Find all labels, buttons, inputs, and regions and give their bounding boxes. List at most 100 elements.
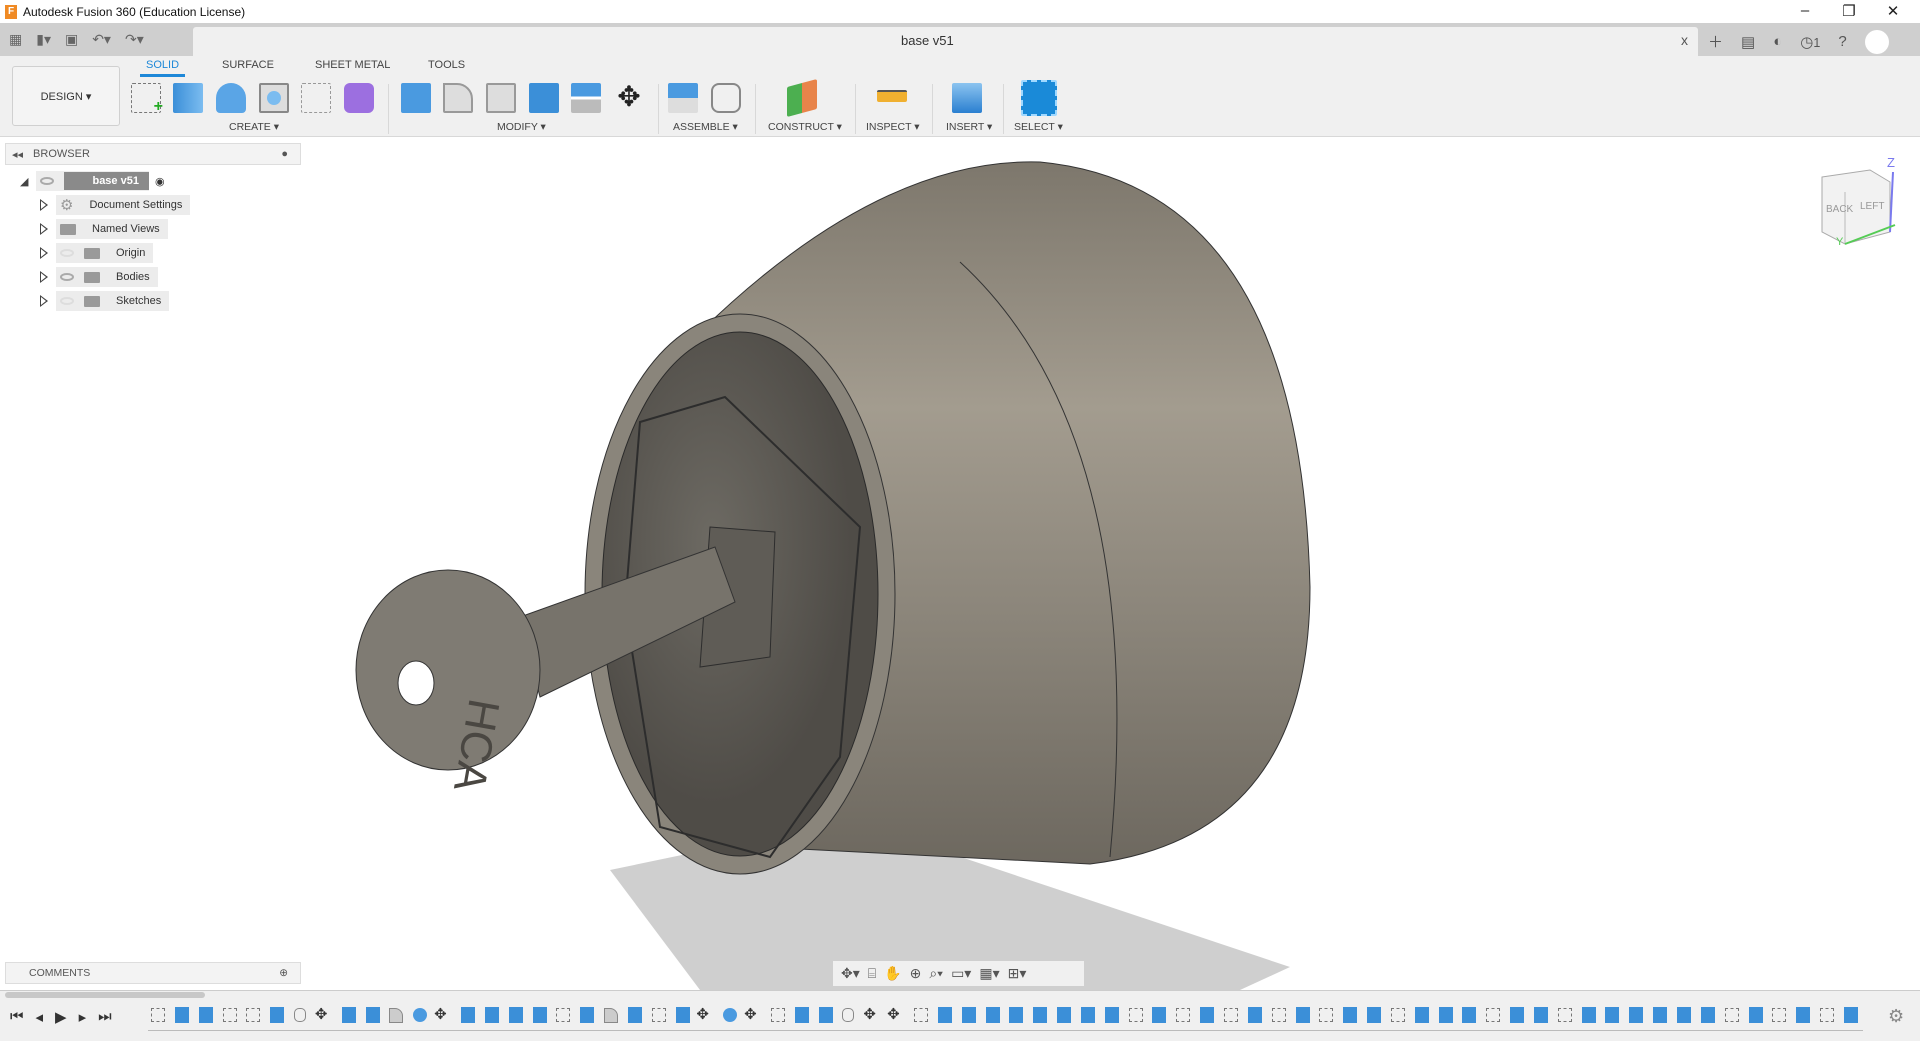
timeline-sketch-icon[interactable]	[1722, 1005, 1744, 1025]
timeline-box-icon[interactable]	[458, 1005, 480, 1025]
timeline-sketch-icon[interactable]	[649, 1005, 671, 1025]
timeline-extrude-icon[interactable]	[816, 1005, 838, 1025]
file-menu-icon[interactable]: ▮▾	[36, 31, 51, 48]
modify-menu[interactable]: MODIFY ▾	[497, 121, 546, 133]
viewports-icon[interactable]: ⊞▾	[1008, 965, 1027, 982]
timeline-box-icon[interactable]	[482, 1005, 504, 1025]
save-icon[interactable]: ▣	[65, 31, 78, 48]
timeline-extrude-icon[interactable]	[1436, 1005, 1458, 1025]
avatar[interactable]	[1864, 29, 1889, 54]
extensions-icon[interactable]: ◐	[1773, 33, 1782, 50]
timeline-sketch-icon[interactable]	[220, 1005, 242, 1025]
orbit-icon[interactable]: ✥▾	[841, 965, 860, 982]
timeline-extrude-icon[interactable]	[1245, 1005, 1267, 1025]
timeline-shell-icon[interactable]	[267, 1005, 289, 1025]
timeline-combine-icon[interactable]	[1626, 1005, 1648, 1025]
expand-triangle-icon[interactable]	[40, 295, 48, 307]
visibility-eye-icon[interactable]	[60, 273, 74, 281]
collapse-panel-icon[interactable]: ◂◂	[12, 148, 23, 161]
timeline-sketch-icon[interactable]	[1388, 1005, 1410, 1025]
undo-icon[interactable]: ↶▾	[92, 31, 111, 48]
timeline-extrude-icon[interactable]	[1793, 1005, 1815, 1025]
minimize-button[interactable]: –	[1790, 2, 1820, 19]
close-button[interactable]: ✕	[1878, 2, 1908, 20]
timeline-extrude-icon[interactable]	[959, 1005, 981, 1025]
timeline-combine-icon[interactable]	[1459, 1005, 1481, 1025]
timeline-sketch-icon[interactable]	[1173, 1005, 1195, 1025]
timeline-extrude-icon[interactable]	[1602, 1005, 1624, 1025]
select-menu[interactable]: SELECT ▾	[1014, 121, 1063, 133]
timeline-extrude-icon[interactable]	[1579, 1005, 1601, 1025]
timeline-sketch-icon[interactable]	[243, 1005, 265, 1025]
timeline-split-icon[interactable]	[363, 1005, 385, 1025]
move-icon[interactable]: ✥	[614, 83, 644, 113]
workspace-switcher[interactable]: DESIGN ▾	[12, 66, 120, 126]
timeline-extrude-icon[interactable]	[1006, 1005, 1028, 1025]
visibility-eye-icon[interactable]	[60, 297, 74, 305]
display-settings-icon[interactable]: ▭▾	[951, 965, 971, 982]
expand-triangle-icon[interactable]: ◢	[20, 175, 28, 188]
timeline-sketch-icon[interactable]	[1555, 1005, 1577, 1025]
zoom-icon[interactable]: ⊕	[910, 965, 922, 982]
timeline-settings-gear-icon[interactable]: ⚙	[1888, 1006, 1904, 1027]
viewcube[interactable]: BACK LEFT Z Y	[1821, 155, 1896, 248]
timeline-extrude-icon[interactable]	[1507, 1005, 1529, 1025]
create-menu[interactable]: CREATE ▾	[229, 121, 279, 133]
timeline-combine-icon[interactable]	[1650, 1005, 1672, 1025]
browser-panel-header[interactable]: ◂◂ BROWSER ●	[5, 143, 301, 165]
timeline-extrude-icon[interactable]	[196, 1005, 218, 1025]
timeline-combine-icon[interactable]	[339, 1005, 361, 1025]
timeline-joint-icon[interactable]	[291, 1005, 313, 1025]
tab-solid[interactable]: SOLID	[139, 59, 186, 77]
browser-item[interactable]: Named Views	[40, 219, 168, 239]
timeline-split-icon[interactable]	[1531, 1005, 1553, 1025]
tab-surface[interactable]: SURFACE	[222, 59, 274, 71]
timeline-extrude-icon[interactable]	[1340, 1005, 1362, 1025]
timeline-sketch-icon[interactable]	[148, 1005, 170, 1025]
apps-grid-icon[interactable]: ▦	[9, 31, 22, 48]
go-to-end-button[interactable]: ⏭	[98, 1008, 112, 1026]
step-forward-button[interactable]: ▸	[79, 1008, 87, 1026]
timeline-scrollbar[interactable]	[5, 992, 205, 998]
timeline-extrude-icon[interactable]	[673, 1005, 695, 1025]
expand-triangle-icon[interactable]	[40, 271, 48, 283]
document-tab[interactable]: base v51 x	[193, 27, 1698, 56]
timeline-combine-icon[interactable]	[625, 1005, 647, 1025]
pin-icon[interactable]: ●	[281, 148, 288, 160]
timeline-sketch-icon[interactable]	[1269, 1005, 1291, 1025]
timeline-extrude-icon[interactable]	[1054, 1005, 1076, 1025]
shell-icon[interactable]	[486, 83, 516, 113]
timeline-extrude-icon[interactable]	[1698, 1005, 1720, 1025]
viewcube-left-face[interactable]: LEFT	[1860, 201, 1884, 212]
hole-icon[interactable]	[259, 83, 289, 113]
timeline-move-icon[interactable]: ✥	[696, 1005, 718, 1025]
play-button[interactable]: ▶	[55, 1008, 67, 1026]
timeline-combine-icon[interactable]	[530, 1005, 552, 1025]
select-icon[interactable]	[1021, 80, 1057, 116]
timeline-sphere-icon[interactable]	[410, 1005, 432, 1025]
pan-icon[interactable]: ✋	[884, 965, 901, 982]
timeline-extrude-icon[interactable]	[577, 1005, 599, 1025]
tab-tools[interactable]: TOOLS	[428, 59, 465, 71]
timeline-sketch-icon[interactable]	[768, 1005, 790, 1025]
expand-triangle-icon[interactable]	[40, 247, 48, 259]
help-icon[interactable]: ?	[1838, 33, 1846, 50]
timeline-combine-icon[interactable]	[1078, 1005, 1100, 1025]
timeline-sphere-icon[interactable]	[720, 1005, 742, 1025]
job-status-icon[interactable]: ◷1	[1800, 33, 1820, 51]
redo-icon[interactable]: ↷▾	[125, 31, 144, 48]
timeline-extrude-icon[interactable]	[172, 1005, 194, 1025]
timeline-joint-icon[interactable]	[839, 1005, 861, 1025]
timeline-sketch-icon[interactable]	[553, 1005, 575, 1025]
measure-icon[interactable]	[877, 90, 907, 102]
expand-triangle-icon[interactable]	[40, 199, 48, 211]
visibility-eye-icon[interactable]	[60, 249, 74, 257]
viewcube-back-face[interactable]: BACK	[1826, 204, 1854, 215]
press-pull-icon[interactable]	[401, 83, 431, 113]
construct-menu[interactable]: CONSTRUCT ▾	[768, 121, 842, 133]
timeline-fillet-icon[interactable]	[386, 1005, 408, 1025]
pattern-icon[interactable]	[301, 83, 331, 113]
timeline-move-icon[interactable]: ✥	[744, 1005, 766, 1025]
add-comment-icon[interactable]: ⊕	[279, 967, 288, 979]
viewport-canvas[interactable]: HCA BACK LEFT Z Y	[0, 137, 1920, 990]
